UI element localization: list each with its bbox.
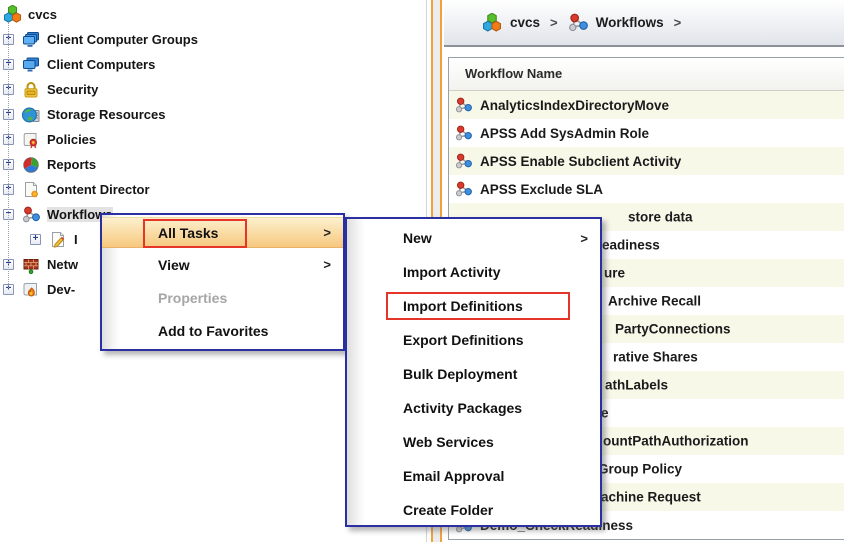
tree-item-label: Policies — [47, 132, 96, 147]
cvcs-hexagons-icon — [482, 13, 504, 33]
workflow-name-fragment: achine Request — [601, 490, 701, 505]
workflow-name-fragment: Group Policy — [598, 462, 682, 477]
menu-item-label: Import Activity — [403, 264, 501, 280]
menu-item-email-approval[interactable]: Email Approval — [347, 459, 600, 493]
tree-item-label: Dev- — [47, 282, 75, 297]
workflow-row[interactable]: APSS Exclude SLA — [449, 175, 844, 203]
tree-item-label: Security — [47, 82, 98, 97]
tree-item-label: I — [74, 232, 78, 247]
menu-item-label: Web Services — [403, 434, 494, 450]
workflow-molecule-icon — [568, 13, 590, 33]
workflow-name-fragment: e — [601, 406, 609, 421]
client-computer-groups-icon — [21, 31, 41, 49]
breadcrumb-separator: > — [550, 15, 558, 30]
menu-item-label: Add to Favorites — [158, 323, 268, 339]
workflow-name-fragment: ountPathAuthorization — [603, 434, 748, 449]
menu-item-label: Properties — [158, 290, 227, 306]
commcell-console-window: cvcs+ Client Computer Groups+ Client Com… — [0, 0, 844, 542]
policy-scroll-icon — [21, 131, 41, 149]
menu-item-import-activity[interactable]: Import Activity — [347, 255, 600, 289]
tree-item-label: Reports — [47, 157, 96, 172]
flame-scroll-icon — [21, 281, 41, 299]
menu-item-properties: Properties — [102, 281, 343, 314]
breadcrumb-item-workflows[interactable]: Workflows — [568, 13, 664, 33]
workflow-name: APSS Add SysAdmin Role — [480, 126, 649, 141]
pie-chart-icon — [21, 156, 41, 174]
context-menu: All Tasks > View > Properties Add to Favorite… — [100, 213, 345, 351]
menu-item-label: Import Definitions — [403, 298, 523, 314]
submenu-arrow-icon: > — [323, 225, 331, 240]
workflow-molecule-icon — [455, 181, 472, 198]
document-pencil-icon — [48, 231, 68, 249]
cvcs-hexagons-icon — [2, 6, 22, 24]
tree-item-label: Client Computers — [47, 57, 155, 72]
workflow-name: AnalyticsIndexDirectoryMove — [480, 98, 669, 113]
menu-item-label: Activity Packages — [403, 400, 522, 416]
breadcrumb-item-cvcs[interactable]: cvcs — [482, 13, 540, 33]
workflow-name-fragment: PartyConnections — [615, 322, 731, 337]
workflow-name-fragment: store data — [628, 210, 693, 225]
firewall-icon — [21, 256, 41, 274]
workflow-name-fragment: Archive Recall — [608, 294, 701, 309]
menu-item-view[interactable]: View > — [102, 248, 343, 281]
tree-item-client-computers[interactable]: + Client Computers — [0, 52, 425, 77]
tree-item-policies[interactable]: + Policies — [0, 127, 425, 152]
workflow-molecule-icon — [455, 153, 472, 170]
menu-item-create-folder[interactable]: Create Folder — [347, 493, 600, 527]
tree-item-cvcs[interactable]: cvcs — [0, 2, 425, 27]
menu-item-new[interactable]: New > — [347, 221, 600, 255]
tree-connector-line — [8, 22, 9, 290]
menu-item-activity-packages[interactable]: Activity Packages — [347, 391, 600, 425]
menu-item-label: All Tasks — [158, 225, 218, 241]
tree-item-content-director[interactable]: + Content Director — [0, 177, 425, 202]
tree-item-label: Content Director — [47, 182, 150, 197]
menu-item-import-definitions[interactable]: Import Definitions — [347, 289, 600, 323]
all-tasks-submenu: New > Import Activity Import Definitions Exp… — [345, 217, 602, 527]
document-gear-icon — [21, 181, 41, 199]
tree-item-client-computer-groups[interactable]: + Client Computer Groups — [0, 27, 425, 52]
workflow-name-fragment: athLabels — [605, 378, 668, 393]
client-computers-icon — [21, 56, 41, 74]
menu-item-all-tasks[interactable]: All Tasks > — [102, 217, 343, 248]
expand-plus-icon[interactable]: + — [30, 234, 41, 245]
menu-item-label: New — [403, 230, 432, 246]
workflow-row[interactable]: APSS Add SysAdmin Role — [449, 119, 844, 147]
workflow-molecule-icon — [21, 206, 41, 224]
breadcrumb-label: cvcs — [510, 15, 540, 30]
workflow-name: APSS Exclude SLA — [480, 182, 603, 197]
tree-item-label: cvcs — [28, 7, 57, 22]
submenu-arrow-icon: > — [580, 231, 588, 246]
workflow-name-fragment: ure — [604, 266, 625, 281]
workflow-row[interactable]: AnalyticsIndexDirectoryMove — [449, 91, 844, 119]
submenu-arrow-icon: > — [323, 257, 331, 272]
tree-item-label: Client Computer Groups — [47, 32, 198, 47]
menu-item-label: Bulk Deployment — [403, 366, 517, 382]
storage-globe-icon — [21, 106, 41, 124]
workflow-name-fragment: eadiness — [602, 238, 660, 253]
tree-item-security[interactable]: + Security — [0, 77, 425, 102]
breadcrumb: cvcs > Workflows > — [444, 0, 844, 47]
workflow-name: APSS Enable Subclient Activity — [480, 154, 681, 169]
menu-item-label: Create Folder — [403, 502, 493, 518]
tree-item-storage-resources[interactable]: + Storage Resources — [0, 102, 425, 127]
workflow-name-fragment: rative Shares — [613, 350, 698, 365]
menu-item-web-services[interactable]: Web Services — [347, 425, 600, 459]
menu-item-label: Email Approval — [403, 468, 504, 484]
workflow-molecule-icon — [455, 125, 472, 142]
tree-item-label: Storage Resources — [47, 107, 166, 122]
menu-item-label: Export Definitions — [403, 332, 524, 348]
menu-item-bulk-deployment[interactable]: Bulk Deployment — [347, 357, 600, 391]
tree-item-label: Netw — [47, 257, 78, 272]
tree-item-reports[interactable]: + Reports — [0, 152, 425, 177]
lock-icon — [21, 81, 41, 99]
breadcrumb-separator: > — [674, 15, 682, 30]
breadcrumb-label: Workflows — [596, 15, 664, 30]
workflow-molecule-icon — [455, 97, 472, 114]
column-header-workflow-name[interactable]: Workflow Name — [449, 58, 844, 91]
menu-item-add-to-favorites[interactable]: Add to Favorites — [102, 314, 343, 347]
menu-item-label: View — [158, 257, 190, 273]
workflow-row[interactable]: APSS Enable Subclient Activity — [449, 147, 844, 175]
menu-item-export-definitions[interactable]: Export Definitions — [347, 323, 600, 357]
